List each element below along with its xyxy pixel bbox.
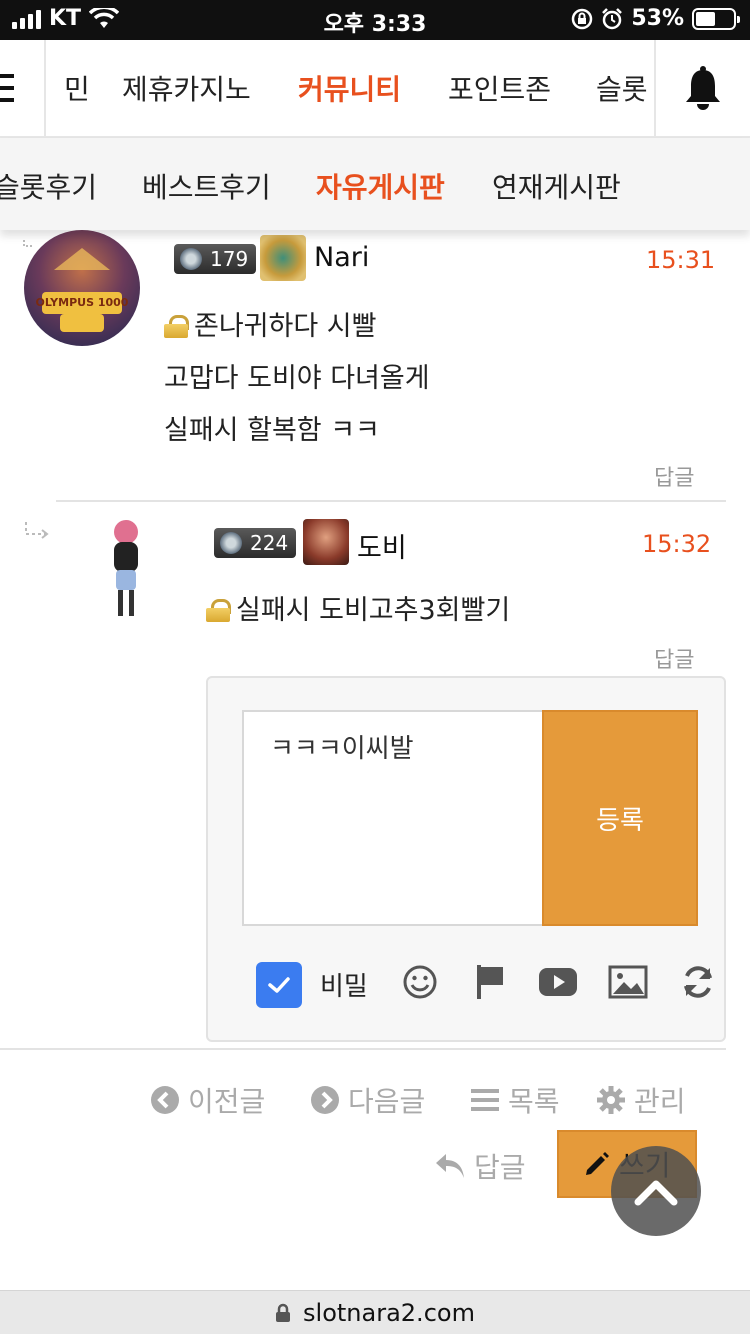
comment-reply-link[interactable]: 답글 [654,460,694,492]
rank-emblem-icon [260,235,306,281]
pencil-icon [586,1152,609,1175]
refresh-icon [684,966,712,998]
subnav-item-serial-board[interactable]: 연재게시판 [492,166,621,206]
manage-button[interactable]: 관리 [596,1080,686,1120]
nav-item-community[interactable]: 커뮤니티 [298,68,401,108]
reply-icon [436,1154,464,1178]
reply-post-label: 답글 [474,1151,526,1184]
reply-textarea[interactable] [242,710,544,926]
list-icon [471,1089,499,1111]
comment-time: 15:31 [646,246,716,274]
nav-item-partial[interactable]: 민 [64,68,90,108]
nav-item-slot[interactable]: 슬롯 [596,68,648,108]
flag-icon [477,965,503,999]
sub-nav: 슬롯후기 베스트후기 자유게시판 연재게시판 [0,138,750,230]
image-icon [608,965,648,999]
url-domain: slotnara2.com [303,1298,475,1327]
comment-text-line: 실패시 할복함 ㅋㅋ [164,415,380,446]
avatar-image [114,520,138,616]
notification-button[interactable] [654,40,750,136]
secret-label: 비밀 [320,972,368,1002]
video-button[interactable] [538,962,578,1002]
comment-author[interactable]: 도비 [357,526,407,565]
comment-reply-link[interactable]: 답글 [654,642,694,674]
main-nav-items: 민 제휴카지노 커뮤니티 포인트존 슬롯 [46,40,654,136]
comment-author[interactable]: Nari [314,242,369,273]
comment-text: 존나귀하다 시빨 [194,311,377,342]
reply-post-button[interactable]: 답글 [434,1146,526,1186]
orientation-lock-icon [572,8,593,29]
reply-editor: 등록 비밀 [206,676,726,1042]
avatar-image [42,248,122,332]
level-badge: 179 [174,244,257,274]
next-post-button[interactable]: 다음글 [310,1080,425,1120]
bell-icon [686,66,720,110]
alarm-icon [602,7,623,29]
comment-text-line: 실패시 도비고추3회빨기 [206,588,510,627]
nav-item-partner-casino[interactable]: 제휴카지노 [122,68,251,108]
refresh-button[interactable] [678,962,718,1002]
smile-icon [403,965,437,999]
nav-item-point-zone[interactable]: 포인트존 [448,68,551,108]
status-bar: KT 오후 3:33 53% [0,0,750,40]
menu-icon [0,86,14,90]
comment-item: OLYMPUS 1000 179 Nari 15:31 존나귀하다 시빨 고맙다… [0,226,750,506]
emoji-button[interactable] [400,962,440,1002]
image-button[interactable] [608,962,648,1002]
menu-icon [0,98,14,102]
level-badge: 224 [214,528,297,558]
level-number: 179 [210,247,249,271]
chevron-right-circle-icon [311,1086,339,1114]
next-post-label: 다음글 [348,1085,426,1118]
rank-emblem-icon [303,519,349,565]
avatar[interactable]: OLYMPUS 1000 [24,230,140,346]
lock-icon [206,599,231,622]
reply-arrow-icon [23,240,34,247]
avatar[interactable] [96,514,156,626]
map-button[interactable] [470,962,510,1002]
subnav-item-slot-review[interactable]: 슬롯후기 [0,166,97,206]
lock-icon [276,1303,291,1322]
subnav-item-best-review[interactable]: 베스트후기 [142,166,271,206]
subnav-item-free-board[interactable]: 자유게시판 [316,166,445,206]
level-number: 224 [250,531,289,555]
status-right: 53% [571,6,740,31]
manage-label: 관리 [634,1085,686,1118]
reply-arrow-icon [25,522,49,539]
avatar-label: OLYMPUS 1000 [35,296,129,309]
comment-item: 224 도비 15:32 실패시 도비고추3회빨기 답글 [0,506,750,676]
comment-text-line: 고맙다 도비야 다녀올게 [164,363,430,394]
chevron-up-icon [634,1180,678,1206]
gear-icon [597,1086,625,1114]
menu-icon [0,74,14,78]
prev-post-label: 이전글 [188,1085,266,1118]
url-bar[interactable]: slotnara2.com [0,1290,750,1334]
list-label: 목록 [508,1085,560,1118]
comment-time: 15:32 [642,530,712,558]
menu-button[interactable] [0,40,46,136]
prev-post-button[interactable]: 이전글 [150,1080,265,1120]
check-icon [268,977,290,993]
list-button[interactable]: 목록 [470,1080,560,1120]
battery-fill [696,11,716,26]
comment-text-line: 존나귀하다 시빨 [164,304,376,343]
main-nav: 민 제휴카지노 커뮤니티 포인트존 슬롯 [0,40,750,138]
chevron-left-circle-icon [151,1086,179,1114]
secret-checkbox[interactable] [256,962,302,1008]
lock-icon [164,315,189,338]
submit-button[interactable]: 등록 [542,710,698,926]
comment-text: 실패시 도비고추3회빨기 [236,595,511,626]
battery-icon [692,7,740,30]
section-divider [0,1048,726,1050]
scroll-top-button[interactable] [611,1146,701,1236]
battery-percent: 53% [631,6,684,31]
youtube-icon [539,968,577,996]
comment-divider [56,500,726,502]
